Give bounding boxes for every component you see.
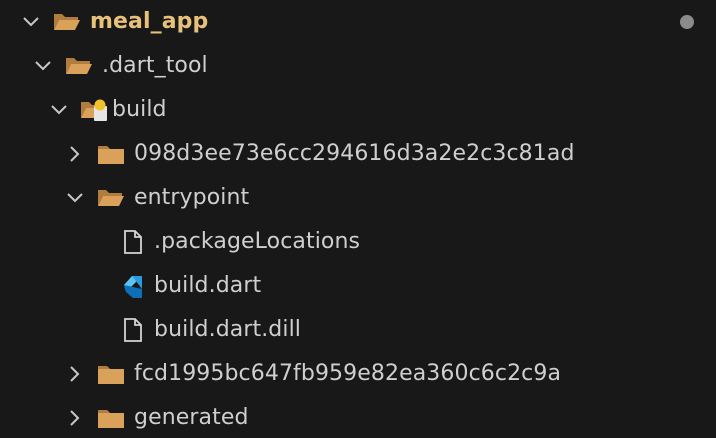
modified-indicator-dot	[680, 15, 694, 29]
tree-item-label: build.dart.dill	[154, 317, 302, 342]
tree-item-label: .dart_tool	[102, 53, 208, 78]
chevron-down-icon[interactable]	[48, 99, 70, 121]
tree-item-generated[interactable]: generated	[0, 396, 716, 438]
tree-item-label: generated	[134, 405, 249, 430]
tree-item-package-locations[interactable]: .packageLocations	[0, 220, 716, 264]
file-icon	[118, 230, 148, 254]
file-icon	[118, 318, 148, 342]
folder-open-icon	[64, 54, 94, 78]
tree-item-build-dart[interactable]: build.dart	[0, 264, 716, 308]
folder-open-icon	[52, 10, 82, 34]
tree-item-label: .packageLocations	[154, 229, 361, 254]
tree-item-label: build.dart	[154, 273, 262, 298]
tree-item-meal-app[interactable]: meal_app	[0, 0, 716, 44]
tree-item-build[interactable]: build	[0, 88, 716, 132]
tree-item-label: build	[112, 97, 167, 122]
chevron-down-icon[interactable]	[32, 55, 54, 77]
dart-file-icon	[118, 274, 148, 298]
folder-open-icon	[96, 186, 126, 210]
folder-build-icon	[80, 98, 110, 122]
file-explorer-tree: meal_app .dart_tool build 098d3ee73e6cc2…	[0, 0, 716, 438]
tree-item-label: entrypoint	[134, 185, 250, 210]
folder-icon	[96, 142, 126, 166]
tree-item-dart-tool[interactable]: .dart_tool	[0, 44, 716, 88]
tree-item-entrypoint[interactable]: entrypoint	[0, 176, 716, 220]
chevron-down-icon[interactable]	[20, 11, 42, 33]
tree-item-hash-folder-1[interactable]: 098d3ee73e6cc294616d3a2e2c3c81ad	[0, 132, 716, 176]
tree-item-build-dart-dill[interactable]: build.dart.dill	[0, 308, 716, 352]
tree-item-label: 098d3ee73e6cc294616d3a2e2c3c81ad	[134, 141, 575, 166]
tree-item-label: fcd1995bc647fb959e82ea360c6c2c9a	[134, 361, 562, 386]
tree-item-label: meal_app	[90, 9, 209, 34]
chevron-right-icon[interactable]	[64, 143, 86, 165]
chevron-right-icon[interactable]	[64, 407, 86, 429]
chevron-down-icon[interactable]	[64, 187, 86, 209]
chevron-right-icon[interactable]	[64, 363, 86, 385]
folder-icon	[96, 406, 126, 430]
tree-item-hash-folder-2[interactable]: fcd1995bc647fb959e82ea360c6c2c9a	[0, 352, 716, 396]
folder-icon	[96, 362, 126, 386]
